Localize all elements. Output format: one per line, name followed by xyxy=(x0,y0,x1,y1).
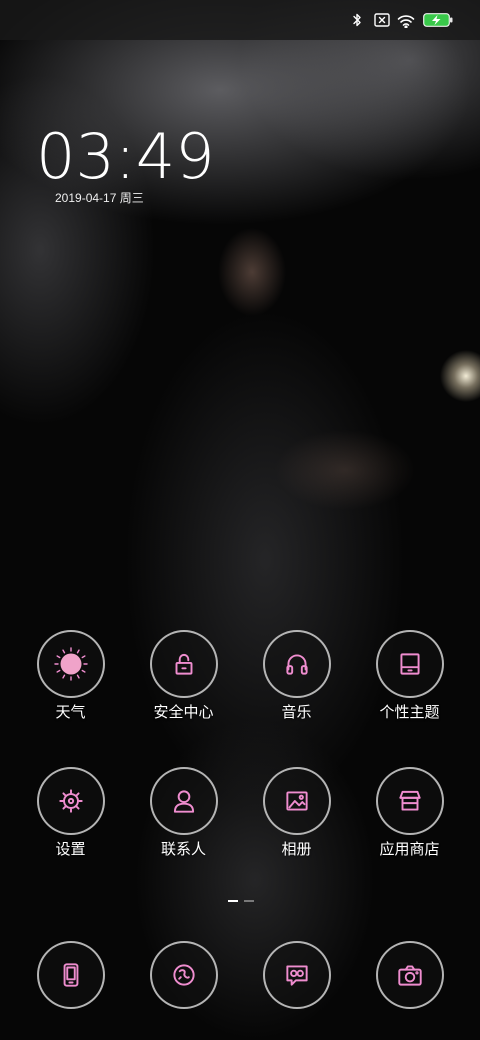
app-icon-circle xyxy=(36,767,105,835)
app-themes[interactable]: 个性主题 xyxy=(353,630,466,723)
app-security-center[interactable]: 安全中心 xyxy=(127,630,240,723)
app-icon-circle xyxy=(262,767,331,835)
battery-charging-icon xyxy=(422,0,453,40)
gallery-icon xyxy=(285,791,308,811)
dock xyxy=(14,941,466,1009)
weather-sun-icon xyxy=(53,647,88,681)
contact-icon xyxy=(173,790,194,813)
app-icon-circle xyxy=(375,630,444,698)
app-label: 应用商店 xyxy=(379,841,440,858)
browser-icon xyxy=(172,964,195,986)
dock-phone[interactable] xyxy=(14,941,127,1009)
store-icon xyxy=(398,790,421,811)
status-bar xyxy=(0,0,480,40)
app-icon-circle xyxy=(149,630,218,698)
theme-icon xyxy=(399,653,420,675)
app-contacts[interactable]: 联系人 xyxy=(127,767,240,860)
bluetooth-icon xyxy=(351,0,363,40)
app-label: 设置 xyxy=(55,841,86,858)
clock-date: 2019-04-17 周三 xyxy=(55,191,144,205)
lock-icon xyxy=(175,653,192,675)
app-store[interactable]: 应用商店 xyxy=(353,767,466,860)
app-icon-circle xyxy=(375,941,444,1009)
dock-camera[interactable] xyxy=(353,941,466,1009)
page-indicator xyxy=(228,900,254,902)
app-icon-circle xyxy=(36,630,105,698)
no-sim-icon xyxy=(373,0,390,40)
clock-time: 03:49 xyxy=(36,120,215,193)
app-label: 个性主题 xyxy=(379,704,440,721)
app-icon-circle xyxy=(149,767,218,835)
headphones-icon xyxy=(285,654,308,675)
app-icon-circle xyxy=(375,767,444,835)
app-music[interactable]: 音乐 xyxy=(240,630,353,723)
app-icon-circle xyxy=(36,941,105,1009)
page-dot xyxy=(244,900,254,902)
app-weather[interactable]: 天气 xyxy=(14,630,127,723)
app-icon-circle xyxy=(262,941,331,1009)
app-label: 安全中心 xyxy=(153,704,214,721)
wifi-icon xyxy=(395,0,416,40)
app-settings[interactable]: 设置 xyxy=(14,767,127,860)
app-label: 音乐 xyxy=(281,704,312,721)
app-label: 天气 xyxy=(55,704,86,721)
dock-messages[interactable] xyxy=(240,941,353,1009)
app-label: 联系人 xyxy=(160,841,206,858)
page-dot xyxy=(228,900,238,902)
messages-icon xyxy=(285,965,308,986)
camera-icon xyxy=(397,965,422,986)
app-icon-circle xyxy=(262,630,331,698)
gear-icon xyxy=(58,789,83,813)
dock-browser[interactable] xyxy=(127,941,240,1009)
app-gallery[interactable]: 相册 xyxy=(240,767,353,860)
phone-icon xyxy=(63,963,78,987)
clock-widget[interactable]: 03:49 2019-04-17 周三 xyxy=(36,126,236,210)
app-icon-circle xyxy=(149,941,218,1009)
app-label: 相册 xyxy=(281,841,312,858)
app-grid: 天气 安全中心 音乐 个性主题 设置 联系人 相册 应用商店 xyxy=(14,630,466,860)
